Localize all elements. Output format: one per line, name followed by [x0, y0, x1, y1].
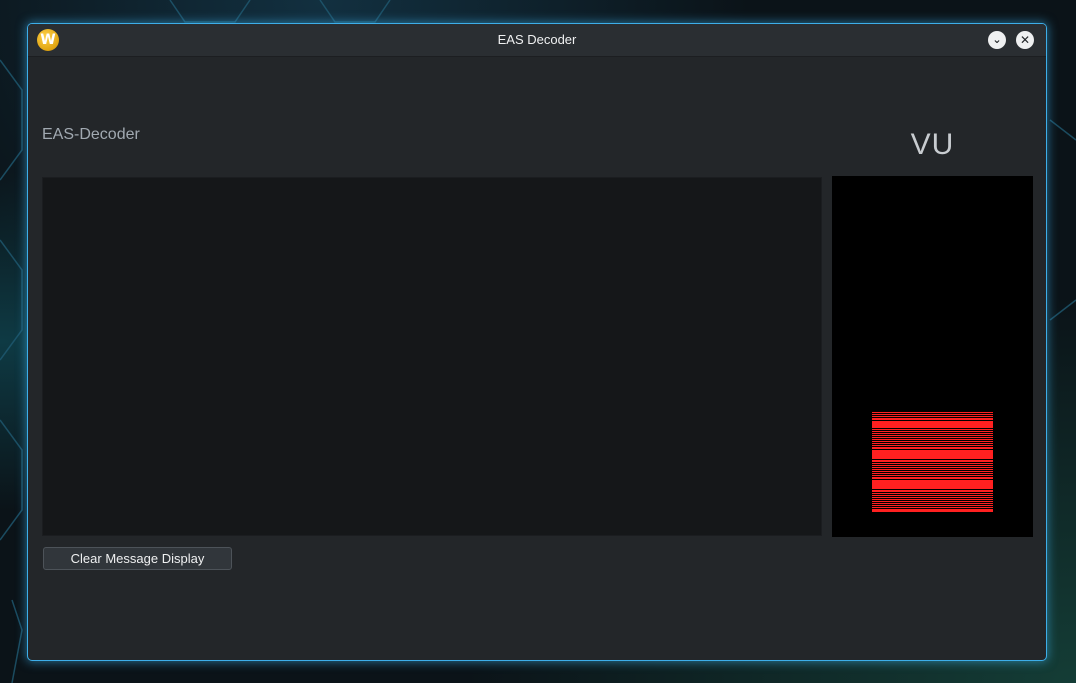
vu-stripe [872, 447, 993, 449]
vu-stripe [872, 497, 993, 498]
minimize-button[interactable]: ⌄ [988, 31, 1006, 49]
vu-meter [832, 176, 1033, 537]
vu-stripe [872, 412, 993, 413]
vu-stripe [872, 429, 993, 430]
vu-stripe [872, 469, 993, 470]
vu-stripe [872, 503, 993, 504]
vu-stripe [872, 467, 993, 468]
vu-stripe [872, 437, 993, 438]
vu-stripe [872, 501, 993, 502]
vu-stripe [872, 433, 993, 434]
vu-stripe [872, 450, 993, 459]
message-display[interactable] [42, 177, 822, 536]
vu-stripe [872, 439, 993, 440]
vu-stripe [872, 490, 993, 492]
chevron-down-icon: ⌄ [992, 33, 1002, 46]
vu-stripe [872, 445, 993, 446]
vu-stripe [872, 460, 993, 462]
vu-stripe [872, 480, 993, 489]
vu-stripe [872, 414, 993, 415]
clear-message-display-button[interactable]: Clear Message Display [43, 547, 232, 570]
vu-label: VU [910, 128, 955, 161]
vu-stripe [872, 473, 993, 474]
title-bar[interactable]: W EAS Decoder ⌄ ✕ [28, 24, 1046, 57]
vu-stripe [872, 495, 993, 496]
vu-stripe [872, 477, 993, 479]
vu-stripe [872, 463, 993, 464]
vu-stripe [872, 509, 993, 512]
vu-stripe [872, 418, 993, 420]
close-button[interactable]: ✕ [1016, 31, 1034, 49]
vu-level-bar [872, 412, 993, 512]
vu-stripe [872, 435, 993, 436]
vu-stripe [872, 465, 993, 466]
vu-stripe [872, 471, 993, 472]
vu-stripe [872, 475, 993, 476]
decoder-section-label: EAS-Decoder [42, 126, 140, 143]
vu-stripe [872, 507, 993, 508]
vu-stripe [872, 443, 993, 444]
vu-stripe [872, 421, 993, 428]
vu-stripe [872, 431, 993, 432]
vu-stripe [872, 493, 993, 494]
vu-stripe [872, 441, 993, 442]
close-icon: ✕ [1019, 33, 1031, 47]
vu-stripe [872, 416, 993, 417]
window-title: EAS Decoder [497, 32, 577, 47]
eas-decoder-window: W EAS Decoder ⌄ ✕ EAS-Decoder VU Clear M… [28, 24, 1046, 660]
vu-stripe [872, 499, 993, 500]
vu-stripe [872, 505, 993, 506]
